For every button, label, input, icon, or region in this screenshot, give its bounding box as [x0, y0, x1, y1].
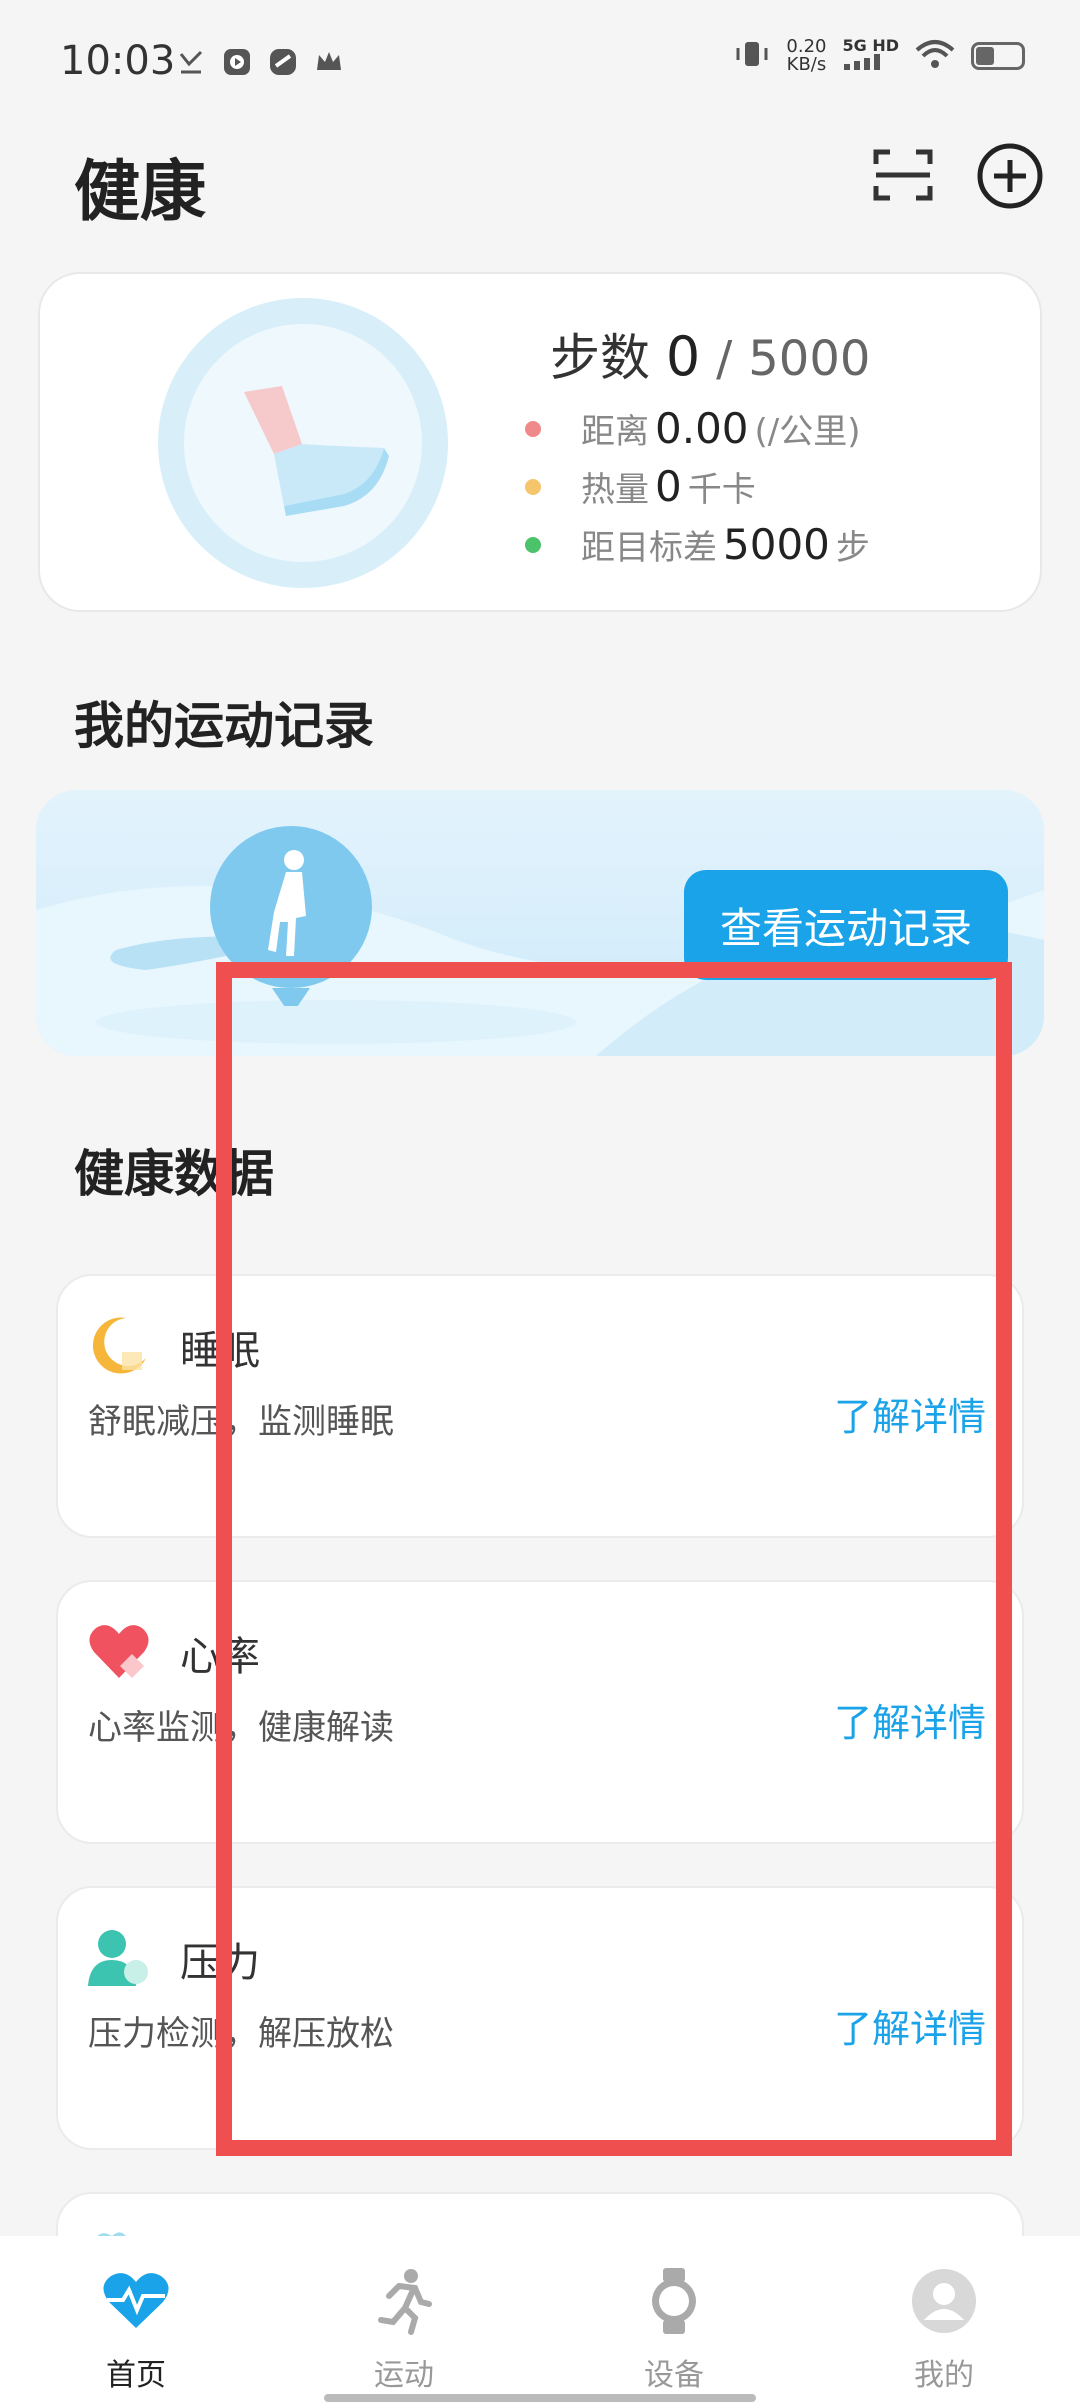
calories-dot: [525, 478, 541, 495]
scan-icon: [873, 149, 933, 201]
moon-icon: [92, 1317, 146, 1374]
avatar-icon: [912, 2269, 976, 2333]
nav-profile-label: 我的: [914, 2358, 974, 2393]
distance-dot: [525, 420, 541, 437]
goal-remaining-label: 距目标差: [581, 528, 717, 568]
bottom-navigation: 首页 运动 设备 我的: [0, 2236, 1080, 2408]
nav-device[interactable]: 设备: [594, 2266, 754, 2394]
calories-unit: 千卡: [687, 470, 756, 510]
nav-exercise[interactable]: 运动: [324, 2266, 484, 2394]
running-icon: [378, 2269, 432, 2335]
person-icon: [88, 1930, 148, 1986]
steps-label: 步数: [550, 329, 650, 387]
distance-unit: (/公里): [754, 412, 861, 452]
notification-icons: [175, 46, 345, 78]
crown-icon: [313, 46, 345, 78]
goal-remaining-value: 5000: [723, 520, 830, 569]
nav-exercise-label: 运动: [374, 2358, 434, 2393]
nav-profile[interactable]: 我的: [864, 2266, 1024, 2394]
distance-label: 距离: [581, 412, 649, 452]
steps-value: 0: [665, 325, 701, 388]
distance-value: 0.00: [655, 404, 749, 453]
nav-home[interactable]: 首页: [56, 2266, 216, 2394]
download-icon: [175, 46, 207, 78]
battery-icon: [971, 42, 1025, 70]
goal-remaining-unit: 步: [835, 528, 870, 568]
distance-row: 距离 0.00 (/公里): [525, 404, 861, 453]
network-speed-unit: KB/s: [786, 54, 827, 75]
steps-separator: /: [716, 331, 733, 387]
steps-summary: 步数 0 / 5000: [550, 318, 870, 390]
highlight-rectangle: [216, 962, 1012, 2156]
signal-group: 5G HD: [842, 38, 899, 74]
network-type: 5G HD: [842, 36, 899, 55]
exercise-section-title: 我的运动记录: [74, 697, 374, 755]
calories-label: 热量: [581, 470, 649, 510]
system-status: 0.20 KB/s 5G HD: [734, 38, 1025, 74]
video-app-icon: [221, 46, 253, 78]
page-title: 健康: [74, 153, 206, 230]
goal-remaining-row: 距目标差 5000 步: [525, 520, 870, 569]
watch-icon: [652, 2268, 696, 2334]
health-home-screen: 10:03 0.20 KB/s 5G HD 健康 步数 0 / 5000 距离 …: [0, 0, 1080, 2408]
shoe-icon: [244, 386, 389, 516]
steps-progress-ring: [158, 298, 448, 588]
goal-dot: [525, 536, 541, 553]
wifi-icon: [915, 38, 955, 74]
heart-icon: [89, 1625, 149, 1678]
add-circle-icon: [977, 143, 1043, 209]
scan-button[interactable]: [872, 146, 934, 204]
status-bar: 10:03 0.20 KB/s 5G HD: [0, 0, 1080, 120]
app-icon: [267, 46, 299, 78]
steps-card[interactable]: 步数 0 / 5000 距离 0.00 (/公里) 热量 0 千卡 距目标差 5…: [38, 272, 1042, 612]
nav-device-label: 设备: [644, 2358, 704, 2393]
signal-icon: [842, 54, 886, 74]
vibrate-icon: [734, 38, 770, 74]
steps-goal: 5000: [748, 331, 871, 387]
calories-row: 热量 0 千卡: [525, 462, 756, 511]
nav-home-label: 首页: [106, 2358, 166, 2393]
status-time: 10:03: [60, 38, 176, 84]
calories-value: 0: [655, 462, 682, 511]
home-indicator[interactable]: [324, 2394, 756, 2402]
network-speed: 0.20 KB/s: [786, 38, 826, 74]
add-button[interactable]: [976, 142, 1044, 210]
heart-pulse-icon: [103, 2273, 169, 2328]
